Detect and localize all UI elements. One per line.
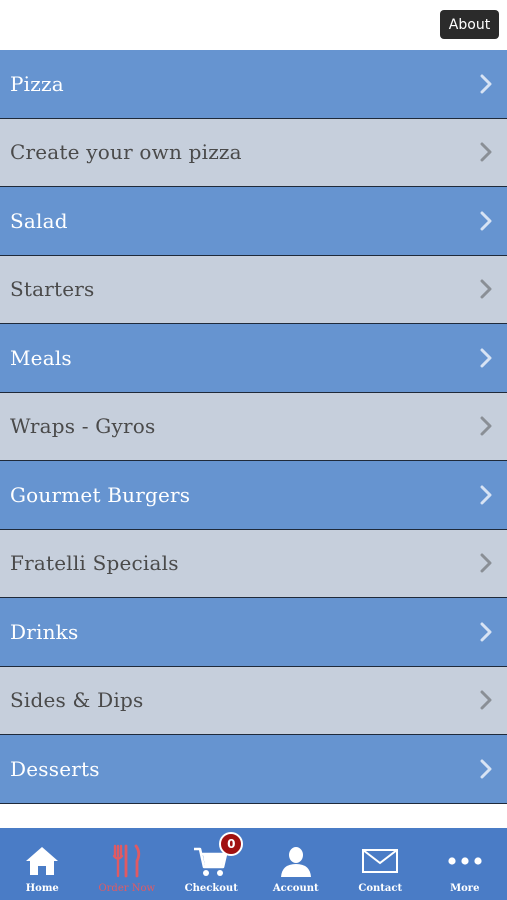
chevron-right-icon bbox=[479, 74, 493, 94]
menu-item-fratelli-specials[interactable]: Fratelli Specials bbox=[0, 529, 507, 598]
tab-order-now[interactable]: Order Now bbox=[85, 828, 170, 900]
tab-label: Contact bbox=[358, 883, 403, 894]
chevron-right-icon bbox=[479, 211, 493, 231]
home-icon bbox=[24, 843, 60, 879]
menu-item-starters[interactable]: Starters bbox=[0, 255, 507, 324]
tab-label: Account bbox=[272, 883, 319, 894]
menu-item-desserts[interactable]: Desserts bbox=[0, 735, 507, 804]
menu-item-label: Pizza bbox=[10, 71, 64, 96]
cart-count-badge: 0 bbox=[219, 832, 244, 856]
tab-label: More bbox=[450, 883, 480, 894]
top-bar: About bbox=[0, 0, 507, 50]
menu-item-label: Gourmet Burgers bbox=[10, 482, 191, 507]
envelope-icon bbox=[362, 843, 399, 879]
chevron-right-icon bbox=[479, 553, 493, 573]
menu-item-label: Meals bbox=[10, 345, 72, 370]
chevron-right-icon bbox=[479, 348, 493, 368]
menu-item-label: Fratelli Specials bbox=[10, 551, 179, 576]
tab-account[interactable]: Account bbox=[254, 828, 339, 900]
menu-item-wraps-gyros[interactable]: Wraps - Gyros bbox=[0, 392, 507, 461]
category-menu: Pizza Create your own pizza Salad Starte… bbox=[0, 50, 507, 804]
chevron-right-icon bbox=[479, 690, 493, 710]
menu-item-salad[interactable]: Salad bbox=[0, 187, 507, 256]
chevron-right-icon bbox=[479, 759, 493, 779]
menu-item-label: Create your own pizza bbox=[10, 140, 242, 165]
menu-item-label: Desserts bbox=[10, 756, 100, 781]
menu-item-label: Starters bbox=[10, 277, 95, 302]
chevron-right-icon bbox=[479, 142, 493, 162]
tab-label: Checkout bbox=[184, 883, 238, 894]
menu-item-create-your-own-pizza[interactable]: Create your own pizza bbox=[0, 118, 507, 187]
fork-knife-icon bbox=[109, 843, 145, 879]
menu-item-label: Wraps - Gyros bbox=[10, 414, 156, 439]
menu-item-label: Salad bbox=[10, 208, 68, 233]
bottom-tab-bar: Home Order Now 0 Checkout Account Contac… bbox=[0, 828, 507, 900]
tab-label: Home bbox=[25, 883, 59, 894]
menu-item-drinks[interactable]: Drinks bbox=[0, 598, 507, 667]
chevron-right-icon bbox=[479, 622, 493, 642]
menu-item-label: Sides & Dips bbox=[10, 688, 144, 713]
about-button[interactable]: About bbox=[440, 10, 499, 39]
menu-item-gourmet-burgers[interactable]: Gourmet Burgers bbox=[0, 461, 507, 530]
tab-label: Order Now bbox=[98, 883, 156, 894]
chevron-right-icon bbox=[479, 485, 493, 505]
menu-item-meals[interactable]: Meals bbox=[0, 324, 507, 393]
user-icon bbox=[278, 843, 314, 879]
more-dots-icon bbox=[447, 843, 483, 879]
menu-item-pizza[interactable]: Pizza bbox=[0, 50, 507, 119]
chevron-right-icon bbox=[479, 279, 493, 299]
menu-item-label: Drinks bbox=[10, 619, 79, 644]
tab-more[interactable]: More bbox=[423, 828, 507, 900]
tab-home[interactable]: Home bbox=[0, 828, 85, 900]
chevron-right-icon bbox=[479, 416, 493, 436]
tab-checkout[interactable]: 0 Checkout bbox=[169, 828, 254, 900]
menu-item-sides-dips[interactable]: Sides & Dips bbox=[0, 666, 507, 735]
tab-contact[interactable]: Contact bbox=[338, 828, 423, 900]
